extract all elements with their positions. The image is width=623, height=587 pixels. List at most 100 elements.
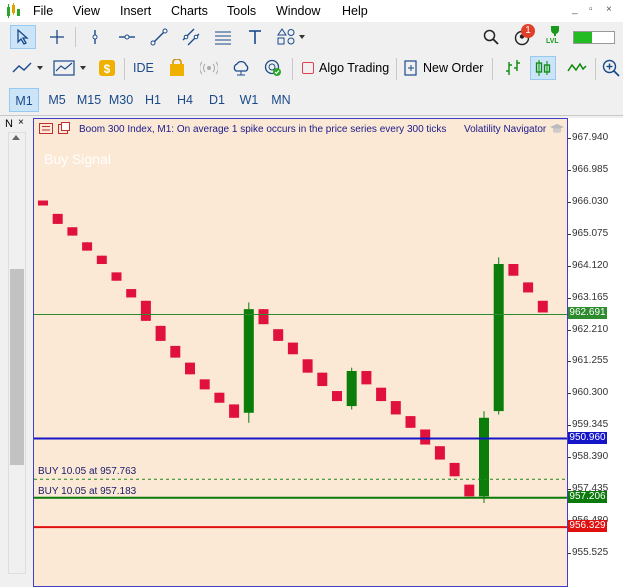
new-order-icon xyxy=(404,60,417,76)
cursor-tool-button[interactable] xyxy=(10,25,36,49)
vps-button[interactable] xyxy=(228,56,254,80)
candle xyxy=(52,213,63,224)
price-tick-mark xyxy=(568,233,571,235)
order-label-1: BUY 10.05 at 957.763 xyxy=(38,466,137,477)
candlestick-chart-button[interactable] xyxy=(530,56,556,80)
menu-charts[interactable]: Charts xyxy=(171,4,208,18)
chart-list-icon[interactable] xyxy=(39,123,53,134)
bear-candle-body xyxy=(390,401,401,415)
candle xyxy=(361,370,372,385)
panel-scrollbar[interactable] xyxy=(8,132,26,574)
community-button[interactable] xyxy=(260,56,286,80)
bear-candle-body xyxy=(67,227,78,236)
indicators-icon xyxy=(53,60,86,76)
navigator-tab-label[interactable]: N xyxy=(5,118,13,130)
bear-candle-body xyxy=(170,345,181,358)
bear-candle-body xyxy=(537,300,548,313)
bear-candle-body xyxy=(155,325,166,341)
bear-candle-body xyxy=(449,462,460,477)
menu-tools[interactable]: Tools xyxy=(227,4,256,18)
separator xyxy=(75,27,76,47)
bear-candle-body xyxy=(332,391,342,402)
timeframe-m1[interactable]: M1 xyxy=(9,88,39,112)
order-price-tag: 957.206 xyxy=(568,490,607,503)
bar-chart-button[interactable] xyxy=(500,56,526,80)
price-tick-label: 962.210 xyxy=(572,323,609,335)
restore-icon[interactable]: ▫ xyxy=(589,4,593,15)
signal-broadcast-icon xyxy=(200,61,218,75)
menu-insert[interactable]: Insert xyxy=(120,4,151,18)
minimize-icon[interactable]: _ xyxy=(572,4,578,15)
panel-close-icon[interactable]: × xyxy=(18,117,24,128)
indicators-dropdown[interactable] xyxy=(52,56,90,80)
scrollbar-thumb[interactable] xyxy=(10,269,24,465)
candle xyxy=(464,484,475,497)
channel-button[interactable] xyxy=(178,25,204,49)
candle xyxy=(434,446,445,460)
buy-signal-text: Buy Signal xyxy=(44,151,111,167)
line-chart-button[interactable] xyxy=(564,56,590,80)
vertical-line-icon xyxy=(92,30,98,44)
text-tool-button[interactable] xyxy=(242,25,268,49)
crosshair-tool-button[interactable] xyxy=(44,25,70,49)
bear-candle-body xyxy=(464,484,475,497)
candle xyxy=(229,404,240,418)
scroll-up-icon[interactable] xyxy=(12,135,20,140)
bear-candle-body xyxy=(52,213,63,224)
bear-candle-body xyxy=(317,372,328,387)
timeframe-m15[interactable]: M15 xyxy=(74,88,104,112)
timeframe-m5[interactable]: M5 xyxy=(43,88,71,112)
chart-properties-icon[interactable] xyxy=(58,122,70,134)
level-button[interactable]: LVL xyxy=(542,24,568,50)
candle xyxy=(185,362,195,375)
timeframe-m30[interactable]: M30 xyxy=(106,88,136,112)
chart-canvas[interactable] xyxy=(34,119,567,586)
price-tick-mark xyxy=(568,457,571,459)
candle xyxy=(38,200,48,206)
menu-window[interactable]: Window xyxy=(276,4,320,18)
menu-file[interactable]: File xyxy=(33,4,53,18)
horizontal-line-button[interactable] xyxy=(114,25,140,49)
price-tick-label: 967.940 xyxy=(572,132,609,143)
text-icon xyxy=(249,30,261,44)
timeframe-d1[interactable]: D1 xyxy=(203,88,231,112)
candle xyxy=(346,367,357,410)
candle xyxy=(479,411,489,504)
zoom-in-button[interactable] xyxy=(600,56,622,80)
timeframe-h4[interactable]: H4 xyxy=(171,88,199,112)
new-order-button[interactable]: New Order xyxy=(404,56,483,80)
candle xyxy=(273,329,284,341)
signals-button[interactable] xyxy=(196,56,222,80)
line-chart-icon xyxy=(12,62,43,73)
chart-window[interactable]: Boom 300 Index, M1: On average 1 spike o… xyxy=(33,118,568,587)
close-icon[interactable]: × xyxy=(606,4,612,15)
bear-candle-body xyxy=(273,329,284,341)
timeframe-toolbar: M1 M5 M15 M30 H1 H4 D1 W1 MN xyxy=(0,85,623,116)
main-toolbar: $ IDE Algo Trading New Order xyxy=(0,52,623,86)
bear-candle-body xyxy=(434,446,445,460)
menu-help[interactable]: Help xyxy=(342,4,368,18)
timeframe-h1[interactable]: H1 xyxy=(139,88,167,112)
candle xyxy=(287,342,298,355)
bear-candle-body xyxy=(96,255,107,265)
algo-trading-button[interactable]: Algo Trading xyxy=(302,56,389,80)
menu-view[interactable]: View xyxy=(73,4,100,18)
market-button[interactable]: $ xyxy=(94,56,120,80)
ide-button[interactable]: IDE xyxy=(133,56,154,80)
candles-layer xyxy=(38,200,548,504)
shop-button[interactable] xyxy=(164,56,190,80)
notifications-button[interactable]: 1 xyxy=(508,24,538,49)
vertical-line-button[interactable] xyxy=(82,25,108,49)
timeframe-mn[interactable]: MN xyxy=(266,88,296,112)
price-tick-mark xyxy=(568,425,571,427)
timeframe-w1[interactable]: W1 xyxy=(235,88,263,112)
line-wave-icon xyxy=(567,62,587,72)
chart-type-dropdown[interactable] xyxy=(10,56,46,80)
trend-line-button[interactable] xyxy=(146,25,172,49)
search-button[interactable] xyxy=(478,25,504,49)
separator xyxy=(124,58,125,80)
shapes-dropdown-button[interactable] xyxy=(272,25,310,49)
bear-candle-body xyxy=(82,242,93,251)
candle xyxy=(126,289,137,298)
fibonacci-button[interactable] xyxy=(210,25,236,49)
